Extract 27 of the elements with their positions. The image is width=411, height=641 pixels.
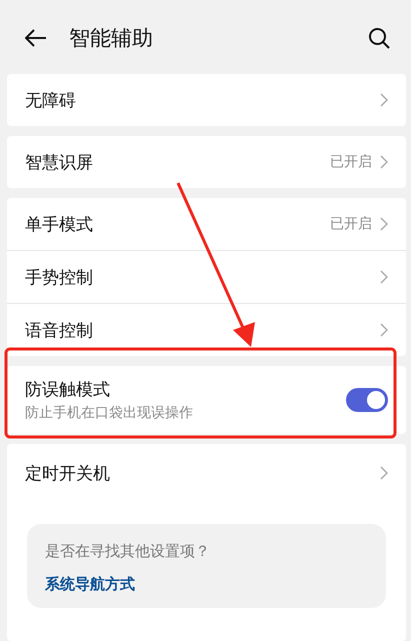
search-button[interactable] [368,27,390,49]
back-button[interactable] [25,29,47,47]
chevron-icon [380,323,388,337]
row-label: 防误触模式 [25,379,111,401]
suggestion-question: 是否在寻找其他设置项？ [45,542,211,561]
row-label: 手势控制 [25,266,94,288]
chevron-icon [380,270,388,284]
chevron-icon [380,466,388,480]
row-label: 智慧识屏 [25,152,94,174]
row-label: 语音控制 [25,320,94,342]
settings-row[interactable]: 定时开关机 [7,444,406,502]
settings-row[interactable]: 手势控制 [7,250,406,303]
row-label: 单手模式 [25,214,94,236]
chevron-icon [380,93,388,107]
toggle-switch[interactable] [346,388,388,412]
chevron-icon [380,217,388,231]
chevron-icon [380,155,388,169]
row-description: 防止手机在口袋出现误操作 [25,404,194,422]
settings-row[interactable]: 智慧识屏 已开启 [7,136,406,188]
suggestion-link[interactable]: 系统导航方式 [45,575,368,594]
row-value: 已开启 [330,153,372,171]
row-value: 已开启 [330,215,372,233]
row-label: 无障碍 [25,90,77,112]
settings-row[interactable]: 单手模式 已开启 [7,198,406,250]
row-label: 定时开关机 [25,462,111,484]
page-title: 智能辅助 [69,25,154,52]
settings-row[interactable]: 无障碍 [7,74,406,126]
